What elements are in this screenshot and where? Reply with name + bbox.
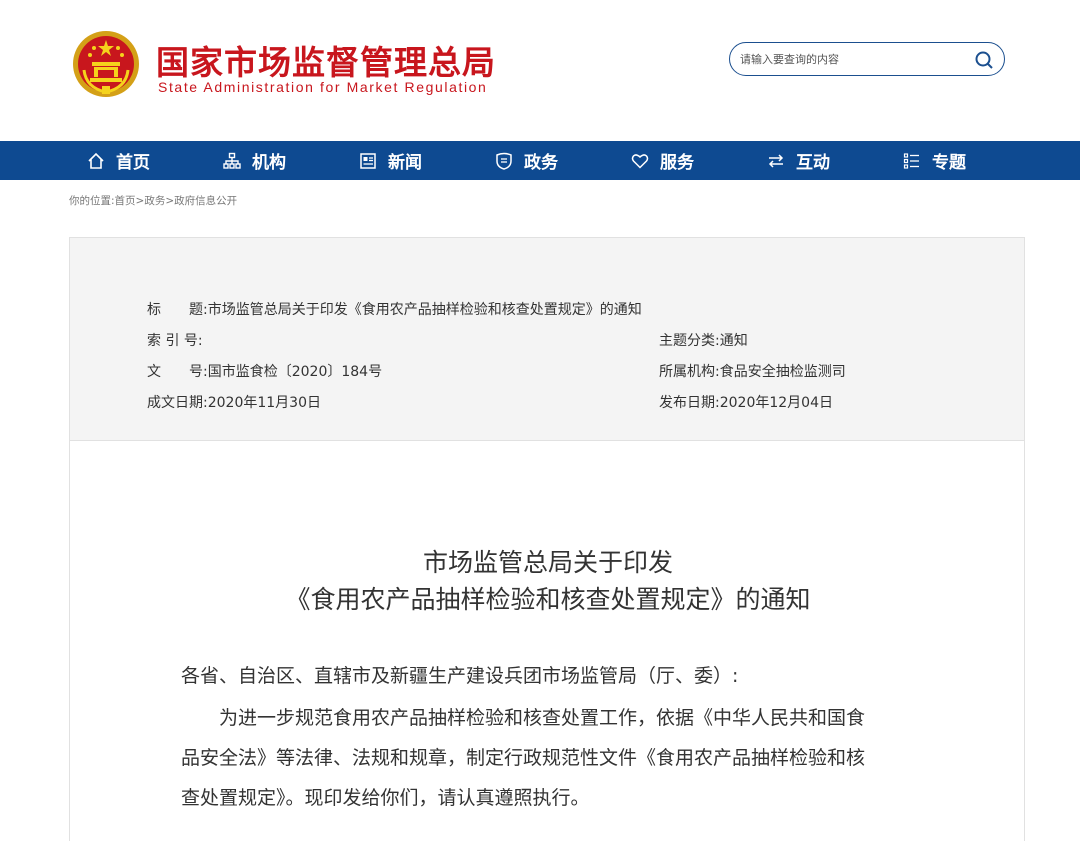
heart-icon bbox=[630, 151, 650, 171]
info-doc-label: 文 号: bbox=[147, 364, 208, 380]
info-published-row: 发布日期:2020年12月04日 bbox=[659, 392, 833, 412]
site-header: 国家市场监督管理总局 State Administration for Mark… bbox=[0, 0, 1080, 141]
news-icon bbox=[358, 151, 378, 171]
info-created-label: 成文日期: bbox=[147, 395, 208, 411]
government-icon bbox=[494, 151, 514, 171]
national-emblem-icon[interactable] bbox=[72, 30, 140, 98]
breadcrumb: 你的位置:首页>政务>政府信息公开 bbox=[69, 193, 237, 208]
info-created-value: 2020年11月30日 bbox=[207, 395, 321, 411]
nav-item-org[interactable]: 机构 bbox=[222, 141, 358, 180]
site-subtitle: State Administration for Market Regulati… bbox=[158, 79, 488, 95]
org-chart-icon bbox=[222, 151, 242, 171]
article-title-line1: 市场监管总局关于印发 bbox=[422, 548, 673, 577]
document-info-panel: 标 题:市场监管总局关于印发《食用农产品抽样检验和核查处置规定》的通知 索 引 … bbox=[69, 237, 1025, 441]
site-title: 国家市场监督管理总局 bbox=[156, 43, 496, 82]
nav-item-label: 首页 bbox=[116, 153, 150, 173]
nav-item-label: 机构 bbox=[252, 153, 286, 173]
info-topic-label: 主题分类: bbox=[659, 333, 720, 349]
exchange-icon bbox=[766, 151, 786, 171]
article-body-line: 品安全法》等法律、法规和规章，制定行政规范性文件《食用农产品抽样检验和核 bbox=[181, 747, 866, 769]
info-created-row: 成文日期:2020年11月30日 bbox=[147, 392, 321, 412]
breadcrumb-separator: > bbox=[165, 195, 175, 207]
info-published-value: 2020年12月04日 bbox=[719, 395, 833, 411]
info-org-label: 所属机构: bbox=[659, 364, 720, 380]
info-topic-row: 主题分类:通知 bbox=[659, 330, 748, 350]
breadcrumb-item-government[interactable]: 政务 bbox=[144, 195, 165, 207]
list-icon bbox=[902, 151, 922, 171]
article-salutation: 各省、自治区、直辖市及新疆生产建设兵团市场监管局（厅、委）: bbox=[181, 665, 739, 687]
info-title-label: 标 题: bbox=[147, 302, 208, 318]
breadcrumb-item-gov-info[interactable]: 政府信息公开 bbox=[174, 195, 237, 207]
article-title-line2: 《食用农产品抽样检验和核查处置规定》的通知 bbox=[285, 585, 811, 614]
nav-item-label: 政务 bbox=[524, 153, 558, 173]
nav-item-home[interactable]: 首页 bbox=[86, 141, 222, 180]
info-index-label: 索 引 号: bbox=[147, 333, 203, 349]
nav-item-interaction[interactable]: 互动 bbox=[766, 141, 902, 180]
breadcrumb-prefix: 你的位置: bbox=[69, 195, 115, 207]
nav-item-label: 服务 bbox=[660, 153, 694, 173]
article-body-line: 查处置规定》。现印发给你们，请认真遵照执行。 bbox=[181, 787, 590, 809]
info-published-label: 发布日期: bbox=[659, 395, 720, 411]
search-icon[interactable] bbox=[974, 50, 994, 70]
nav-item-government[interactable]: 政务 bbox=[494, 141, 630, 180]
info-topic-value: 通知 bbox=[719, 333, 748, 349]
search-input[interactable] bbox=[740, 50, 960, 68]
info-index-row: 索 引 号: bbox=[147, 330, 203, 350]
breadcrumb-item-home[interactable]: 首页 bbox=[115, 195, 136, 207]
info-doc-row: 文 号:国市监食检〔2020〕184号 bbox=[147, 361, 382, 381]
search-box bbox=[729, 42, 1005, 76]
info-doc-value: 国市监食检〔2020〕184号 bbox=[207, 364, 383, 380]
main-nav: 首页 机构 新闻 政务 服务 互动 专题 bbox=[0, 141, 1080, 180]
nav-item-topics[interactable]: 专题 bbox=[902, 141, 1038, 180]
article-body: 市场监管总局关于印发 《食用农产品抽样检验和核查处置规定》的通知 各省、自治区、… bbox=[69, 441, 1025, 841]
nav-item-label: 专题 bbox=[932, 153, 966, 173]
info-title-row: 标 题:市场监管总局关于印发《食用农产品抽样检验和核查处置规定》的通知 bbox=[147, 299, 642, 319]
nav-item-label: 互动 bbox=[796, 153, 830, 173]
nav-item-news[interactable]: 新闻 bbox=[358, 141, 494, 180]
info-title-value: 市场监管总局关于印发《食用农产品抽样检验和核查处置规定》的通知 bbox=[207, 302, 642, 318]
home-icon bbox=[86, 151, 106, 171]
info-org-row: 所属机构:食品安全抽检监测司 bbox=[659, 361, 846, 381]
nav-item-label: 新闻 bbox=[388, 153, 422, 173]
info-org-value: 食品安全抽检监测司 bbox=[719, 364, 846, 380]
article-body-line: 为进一步规范食用农产品抽样检验和核查处置工作，依据《中华人民共和国食 bbox=[181, 707, 866, 729]
nav-item-service[interactable]: 服务 bbox=[630, 141, 766, 180]
